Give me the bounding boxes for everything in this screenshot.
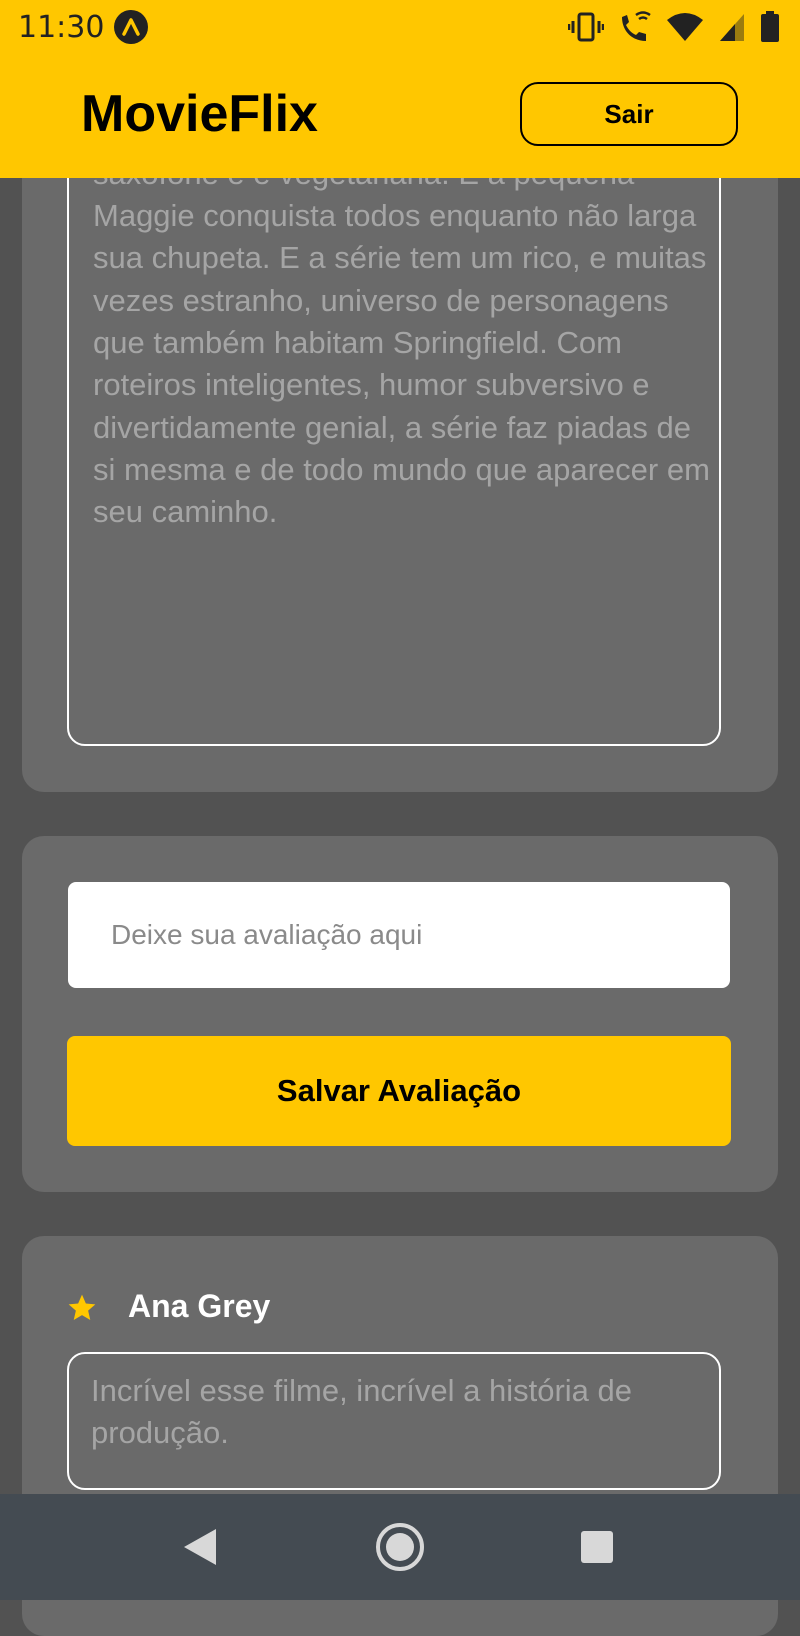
vibrate-icon (568, 12, 604, 42)
signal-icon (720, 14, 744, 41)
app-title: MovieFlix (81, 85, 318, 143)
review-form-card: Deixe sua avaliação aqui Salvar Avaliaçã… (22, 836, 778, 1192)
app-notification-icon (114, 10, 148, 44)
synopsis-card: manter a paz em sua família. Bart é um t… (22, 110, 778, 792)
recents-icon (581, 1531, 613, 1563)
app-header: MovieFlix Sair (0, 54, 800, 178)
battery-icon (761, 11, 779, 42)
review-input-placeholder: Deixe sua avaliação aqui (111, 919, 423, 950)
star-icon (68, 1294, 96, 1320)
status-icons (568, 8, 780, 46)
home-button[interactable] (340, 1494, 460, 1600)
logout-button[interactable]: Sair (520, 82, 738, 146)
save-review-button[interactable]: Salvar Avaliação (67, 1036, 731, 1146)
review-input[interactable]: Deixe sua avaliação aqui (68, 882, 730, 988)
status-time: 11:30 (18, 10, 105, 45)
home-icon (376, 1523, 424, 1571)
wifi-icon (667, 13, 703, 41)
status-bar: 11:30 (0, 0, 800, 54)
synopsis-box: manter a paz em sua família. Bart é um t… (67, 110, 721, 746)
navigation-bar (0, 1494, 800, 1600)
recents-button[interactable] (537, 1494, 657, 1600)
review-text: Incrível esse filme, incrível a história… (67, 1352, 721, 1490)
back-icon (184, 1529, 216, 1565)
back-button[interactable] (140, 1494, 260, 1600)
reviewer-name: Ana Grey (128, 1288, 271, 1324)
wifi-call-icon (622, 11, 651, 41)
